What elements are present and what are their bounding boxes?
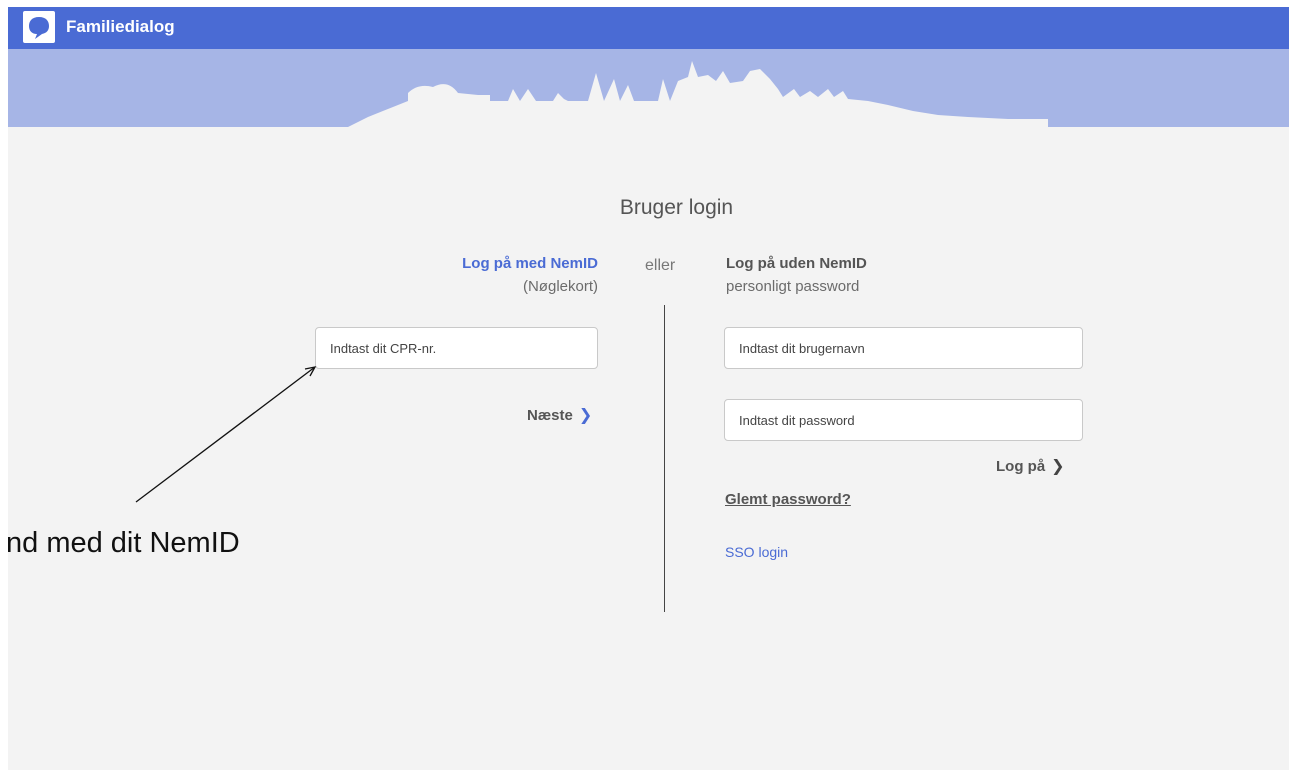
chevron-right-icon: ❯	[578, 407, 593, 424]
chevron-right-icon: ❯	[1051, 458, 1065, 475]
sso-login-link[interactable]: SSO login	[725, 544, 788, 560]
logo-icon[interactable]	[22, 10, 56, 44]
login-label: Log på	[996, 457, 1046, 475]
nemid-subheading: (Nøglekort)	[522, 278, 598, 295]
banner-illustration	[8, 49, 1289, 127]
password-input[interactable]	[724, 399, 1083, 441]
next-label: Næste	[527, 406, 573, 424]
password-heading-group: Log på uden NemID personligt password	[726, 255, 867, 295]
app-title: Familiedialog	[66, 17, 175, 36]
top-bar: Familiedialog	[8, 7, 1289, 49]
password-login-subheading: personligt password	[726, 278, 860, 295]
password-login-heading: Log på uden NemID	[726, 255, 867, 272]
nemid-heading[interactable]: Log på med NemID	[462, 255, 598, 272]
annotation-text: nd med dit NemID	[8, 527, 240, 559]
landscape-silhouette-icon	[348, 61, 1048, 127]
cpr-input[interactable]	[315, 327, 598, 369]
login-button[interactable]: Log på ❯	[996, 456, 1065, 476]
login-page: Familiedialog Bruger login Log på med Ne…	[8, 7, 1289, 770]
username-input[interactable]	[724, 327, 1083, 369]
nemid-heading-group: Log på med NemID (Nøglekort)	[462, 255, 598, 295]
column-divider	[664, 305, 665, 612]
page-title: Bruger login	[619, 196, 734, 219]
or-separator: eller	[645, 257, 676, 274]
forgot-password-link[interactable]: Glemt password?	[725, 491, 851, 508]
next-button[interactable]: Næste ❯	[527, 405, 592, 425]
